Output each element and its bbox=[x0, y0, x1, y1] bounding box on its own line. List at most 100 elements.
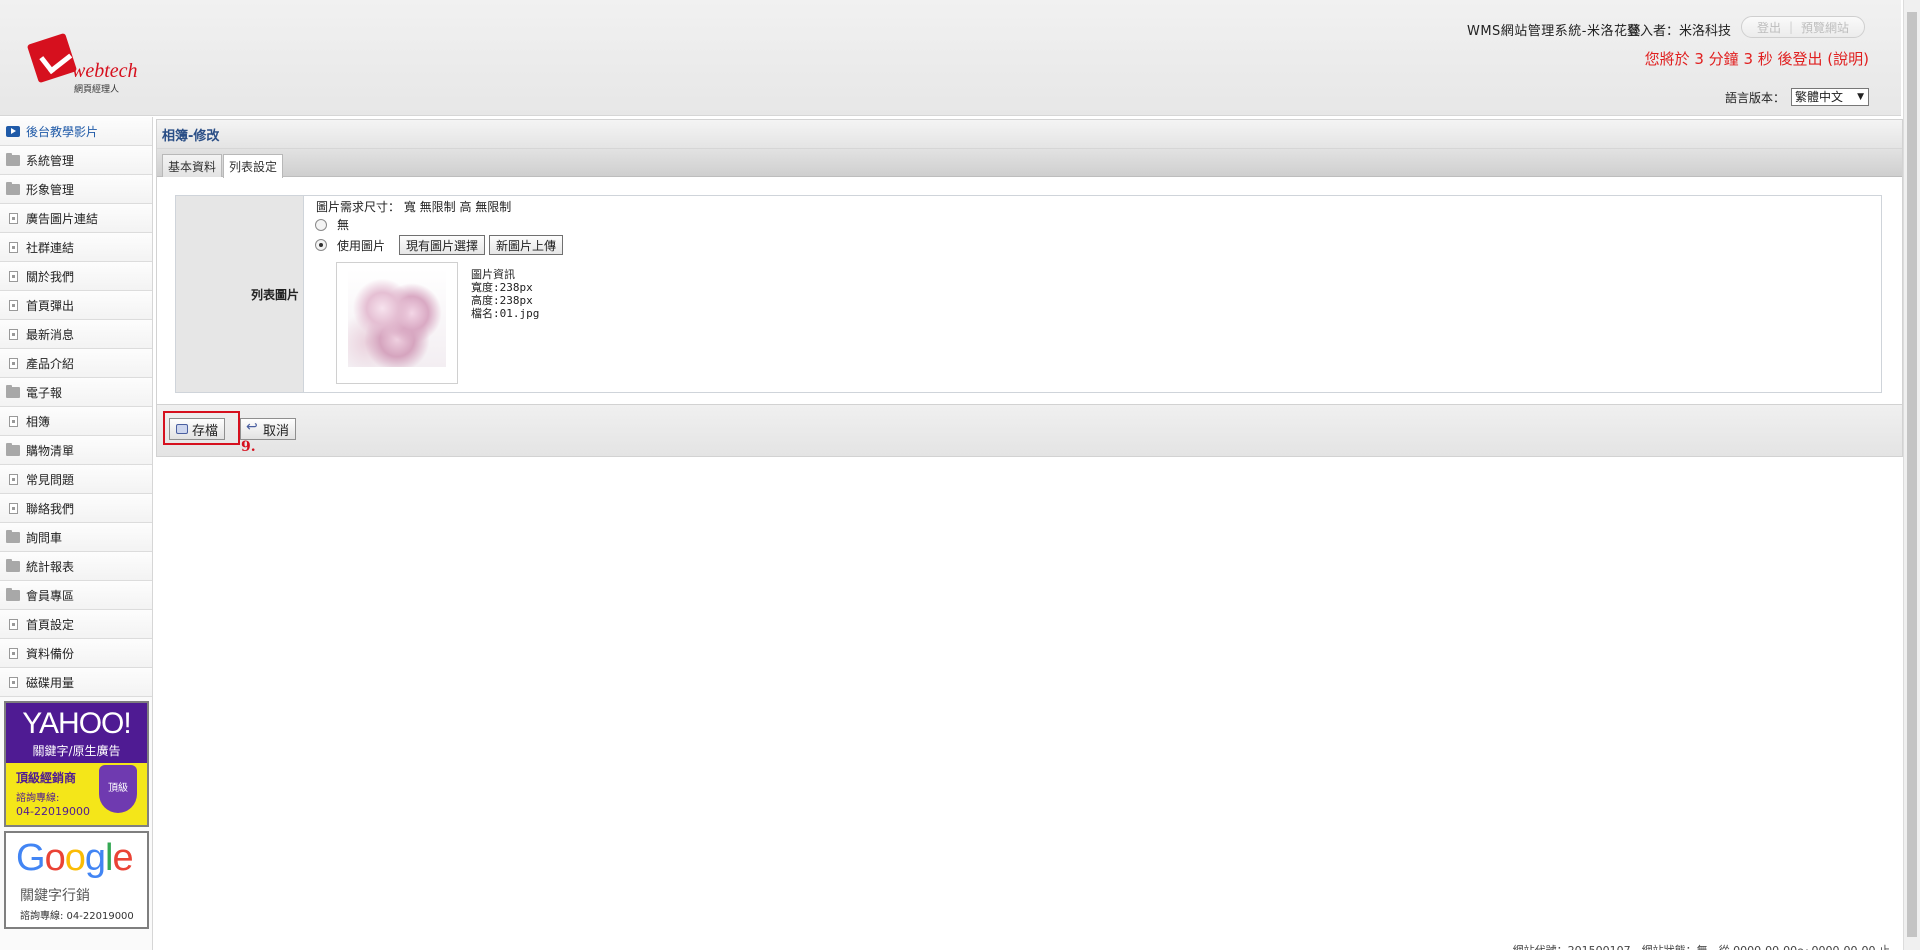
action-bar: 存檔 取消 9. bbox=[157, 404, 1902, 456]
folder-icon bbox=[6, 384, 20, 398]
sidebar-item[interactable]: 關於我們 bbox=[0, 262, 152, 291]
tab-list-settings[interactable]: 列表設定 bbox=[223, 154, 283, 178]
sidebar-item-label: 電子報 bbox=[26, 385, 63, 400]
dropdown-arrow-icon: ▼ bbox=[1857, 92, 1864, 102]
sidebar-item[interactable]: 相簿 bbox=[0, 407, 152, 436]
sidebar-item[interactable]: 首頁設定 bbox=[0, 610, 152, 639]
page-icon bbox=[9, 647, 18, 659]
language-select[interactable]: 繁體中文 ▼ bbox=[1791, 88, 1869, 106]
radio-use-image[interactable] bbox=[315, 239, 327, 251]
radio-none[interactable] bbox=[315, 218, 327, 231]
list-image-form: 列表圖片 圖片需求尺寸： 寬 無限制 高 無限制 無 使用圖片 現有圖片選擇 新… bbox=[175, 195, 1882, 393]
image-thumbnail[interactable] bbox=[336, 262, 458, 384]
tab-basic-info[interactable]: 基本資料 bbox=[162, 154, 222, 177]
page-icon bbox=[9, 473, 18, 485]
image-info-title: 圖片資訊 bbox=[471, 268, 515, 281]
logo-mark-icon bbox=[26, 32, 78, 84]
session-timer[interactable]: 您將於 3 分鐘 3 秒 後登出 (說明) bbox=[1645, 48, 1869, 69]
sidebar-item[interactable]: 社群連結 bbox=[0, 233, 152, 262]
sidebar-item-label: 廣告圖片連結 bbox=[26, 211, 99, 226]
language-selector-group: 語言版本： 繁體中文 ▼ bbox=[1725, 88, 1869, 106]
language-value: 繁體中文 bbox=[1795, 90, 1844, 104]
yahoo-ad-phone: 04-22019000 bbox=[16, 805, 90, 818]
divider: | bbox=[1788, 20, 1794, 34]
sidebar: 後台教學影片 系統管理形象管理廣告圖片連結 社群連結關於我們首頁彈出最新消息產品介紹… bbox=[0, 117, 153, 950]
image-info-filename: 檔名:01.jpg bbox=[471, 307, 540, 320]
sidebar-item-label: 購物清單 bbox=[26, 443, 75, 458]
image-info: 圖片資訊 寬度:238px 高度:238px 檔名:01.jpg bbox=[471, 268, 539, 320]
sidebar-item-label: 首頁設定 bbox=[26, 617, 75, 632]
radio-option-none[interactable]: 無 bbox=[315, 216, 349, 233]
folder-icon bbox=[6, 529, 20, 543]
sidebar-item-label: 統計報表 bbox=[26, 559, 75, 574]
sidebar-item[interactable]: 系統管理 bbox=[0, 146, 152, 175]
page-title: 相簿-修改 bbox=[157, 120, 1902, 149]
sidebar-item-label: 產品介紹 bbox=[26, 356, 75, 371]
vertical-scrollbar[interactable] bbox=[1903, 0, 1920, 950]
login-user: 登入者：米洛科技 bbox=[1626, 24, 1731, 39]
sidebar-item-label: 後台教學影片 bbox=[26, 124, 99, 139]
system-title: WMS網站管理系統-米洛花藝 bbox=[1466, 24, 1641, 39]
logo-subtext: 網頁經理人 bbox=[74, 85, 120, 95]
sidebar-item-label: 社群連結 bbox=[26, 240, 75, 255]
yahoo-ad-tier: 頂級經銷商 bbox=[16, 771, 77, 785]
upload-new-image-button[interactable]: 新圖片上傳 bbox=[489, 235, 564, 255]
yahoo-ad-title: YAHOO! bbox=[22, 707, 131, 740]
sidebar-item[interactable]: 形象管理 bbox=[0, 175, 152, 204]
save-icon bbox=[176, 424, 188, 434]
tab-bar: 基本資料 列表設定 bbox=[157, 149, 1902, 178]
sidebar-item[interactable]: 會員專區 bbox=[0, 581, 152, 610]
field-label-cell: 列表圖片 bbox=[176, 196, 304, 392]
cancel-button[interactable]: 取消 bbox=[240, 418, 297, 440]
image-info-height: 高度:238px bbox=[471, 294, 533, 307]
page-icon bbox=[9, 241, 18, 253]
webtech-logo[interactable]: webtech 網頁經理人 bbox=[26, 32, 140, 118]
image-info-width: 寬度:238px bbox=[471, 281, 533, 294]
sidebar-item-label: 關於我們 bbox=[26, 269, 75, 284]
sidebar-item[interactable]: 首頁彈出 bbox=[0, 291, 152, 320]
choose-existing-image-button[interactable]: 現有圖片選擇 bbox=[399, 235, 486, 255]
step-marker: 9. bbox=[241, 439, 256, 455]
sidebar-item[interactable]: 統計報表 bbox=[0, 552, 152, 581]
sidebar-item[interactable]: 購物清單 bbox=[0, 436, 152, 465]
sidebar-item[interactable]: 磁碟用量 bbox=[0, 668, 152, 697]
preview-site-button[interactable]: 預覽網站 bbox=[1801, 19, 1849, 36]
sidebar-item-label: 形象管理 bbox=[26, 182, 75, 197]
undo-icon bbox=[246, 419, 259, 435]
sidebar-item[interactable]: 後台教學影片 bbox=[0, 117, 152, 146]
sidebar-item[interactable]: 資料備份 bbox=[0, 639, 152, 668]
google-ad-banner[interactable]: Google 關鍵字行銷 諮詢專線: 04-22019000 bbox=[4, 831, 149, 929]
sidebar-item-label: 相簿 bbox=[26, 414, 51, 429]
page-icon bbox=[9, 299, 18, 311]
sidebar-item[interactable]: 產品介紹 bbox=[0, 349, 152, 378]
folder-icon bbox=[6, 558, 20, 572]
sidebar-item[interactable]: 電子報 bbox=[0, 378, 152, 407]
size-requirement-note: 圖片需求尺寸： 寬 無限制 高 無限制 bbox=[316, 200, 512, 214]
sidebar-item-label: 首頁彈出 bbox=[26, 298, 75, 313]
sidebar-item-label: 系統管理 bbox=[26, 153, 75, 168]
folder-icon bbox=[6, 181, 20, 195]
sidebar-item-label: 磁碟用量 bbox=[26, 675, 75, 690]
logout-button[interactable]: 登出 bbox=[1757, 19, 1781, 36]
yahoo-ad-contact-label: 諮詢專線: bbox=[16, 793, 60, 804]
radio-use-image-label: 使用圖片 bbox=[337, 238, 386, 253]
page-icon bbox=[9, 212, 18, 224]
page-icon bbox=[9, 270, 18, 282]
radio-option-use-image[interactable]: 使用圖片 現有圖片選擇 新圖片上傳 bbox=[315, 235, 564, 255]
folder-icon bbox=[6, 442, 20, 456]
sidebar-item[interactable]: 詢問車 bbox=[0, 523, 152, 552]
folder-icon bbox=[6, 587, 20, 601]
sidebar-item[interactable]: 最新消息 bbox=[0, 320, 152, 349]
sidebar-menu: 後台教學影片 系統管理形象管理廣告圖片連結 社群連結關於我們首頁彈出最新消息產品介紹… bbox=[0, 117, 152, 697]
google-ad-title: Google bbox=[16, 837, 134, 879]
scrollbar-thumb[interactable] bbox=[1907, 12, 1917, 937]
page-icon bbox=[9, 328, 18, 340]
yahoo-ad-banner[interactable]: YAHOO! 關鍵字/原生廣告 頂級經銷商 諮詢專線: 04-22019000 … bbox=[4, 701, 149, 827]
yahoo-ad-subtitle: 關鍵字/原生廣告 bbox=[32, 744, 121, 758]
page-icon bbox=[9, 357, 18, 369]
save-button[interactable]: 存檔 bbox=[169, 418, 226, 440]
sidebar-item[interactable]: 聯絡我們 bbox=[0, 494, 152, 523]
radio-none-label: 無 bbox=[337, 218, 350, 232]
sidebar-item[interactable]: 廣告圖片連結 bbox=[0, 204, 152, 233]
sidebar-item[interactable]: 常見問題 bbox=[0, 465, 152, 494]
